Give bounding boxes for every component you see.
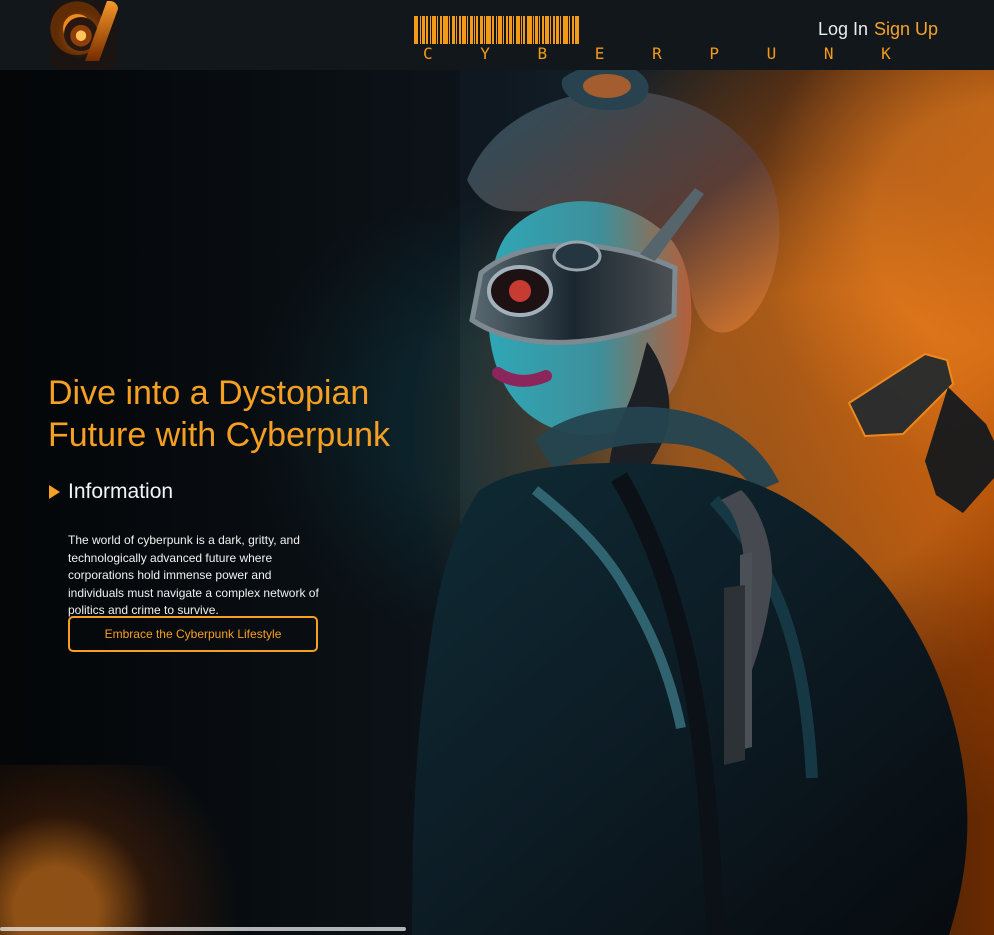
embrace-lifestyle-button[interactable]: Embrace the Cyberpunk Lifestyle [68, 616, 318, 652]
brand-text: C Y B E R P U N K [423, 44, 910, 63]
horizontal-scrollbar[interactable] [0, 927, 406, 931]
cyberpunk-logo-icon[interactable] [50, 1, 118, 69]
signup-link[interactable]: Sign Up [874, 19, 938, 40]
brand-logo[interactable]: C Y B E R P U N K [414, 16, 891, 64]
information-label: Information [68, 480, 174, 503]
cyberpunk-woman-image [412, 70, 994, 935]
hero-title: Dive into a Dystopian Future with Cyberp… [48, 374, 391, 454]
top-navigation: C Y B E R P U N K Log In Sign Up [0, 0, 994, 70]
hero-section: Dive into a Dystopian Future with Cyberp… [0, 70, 994, 935]
barcode-logo-icon [414, 16, 638, 44]
page: C Y B E R P U N K Log In Sign Up Dive in… [0, 0, 994, 935]
information-description: The world of cyberpunk is a dark, gritty… [68, 533, 319, 617]
information-heading: Information [49, 480, 173, 504]
play-icon [49, 485, 60, 499]
login-link[interactable]: Log In [818, 19, 868, 40]
